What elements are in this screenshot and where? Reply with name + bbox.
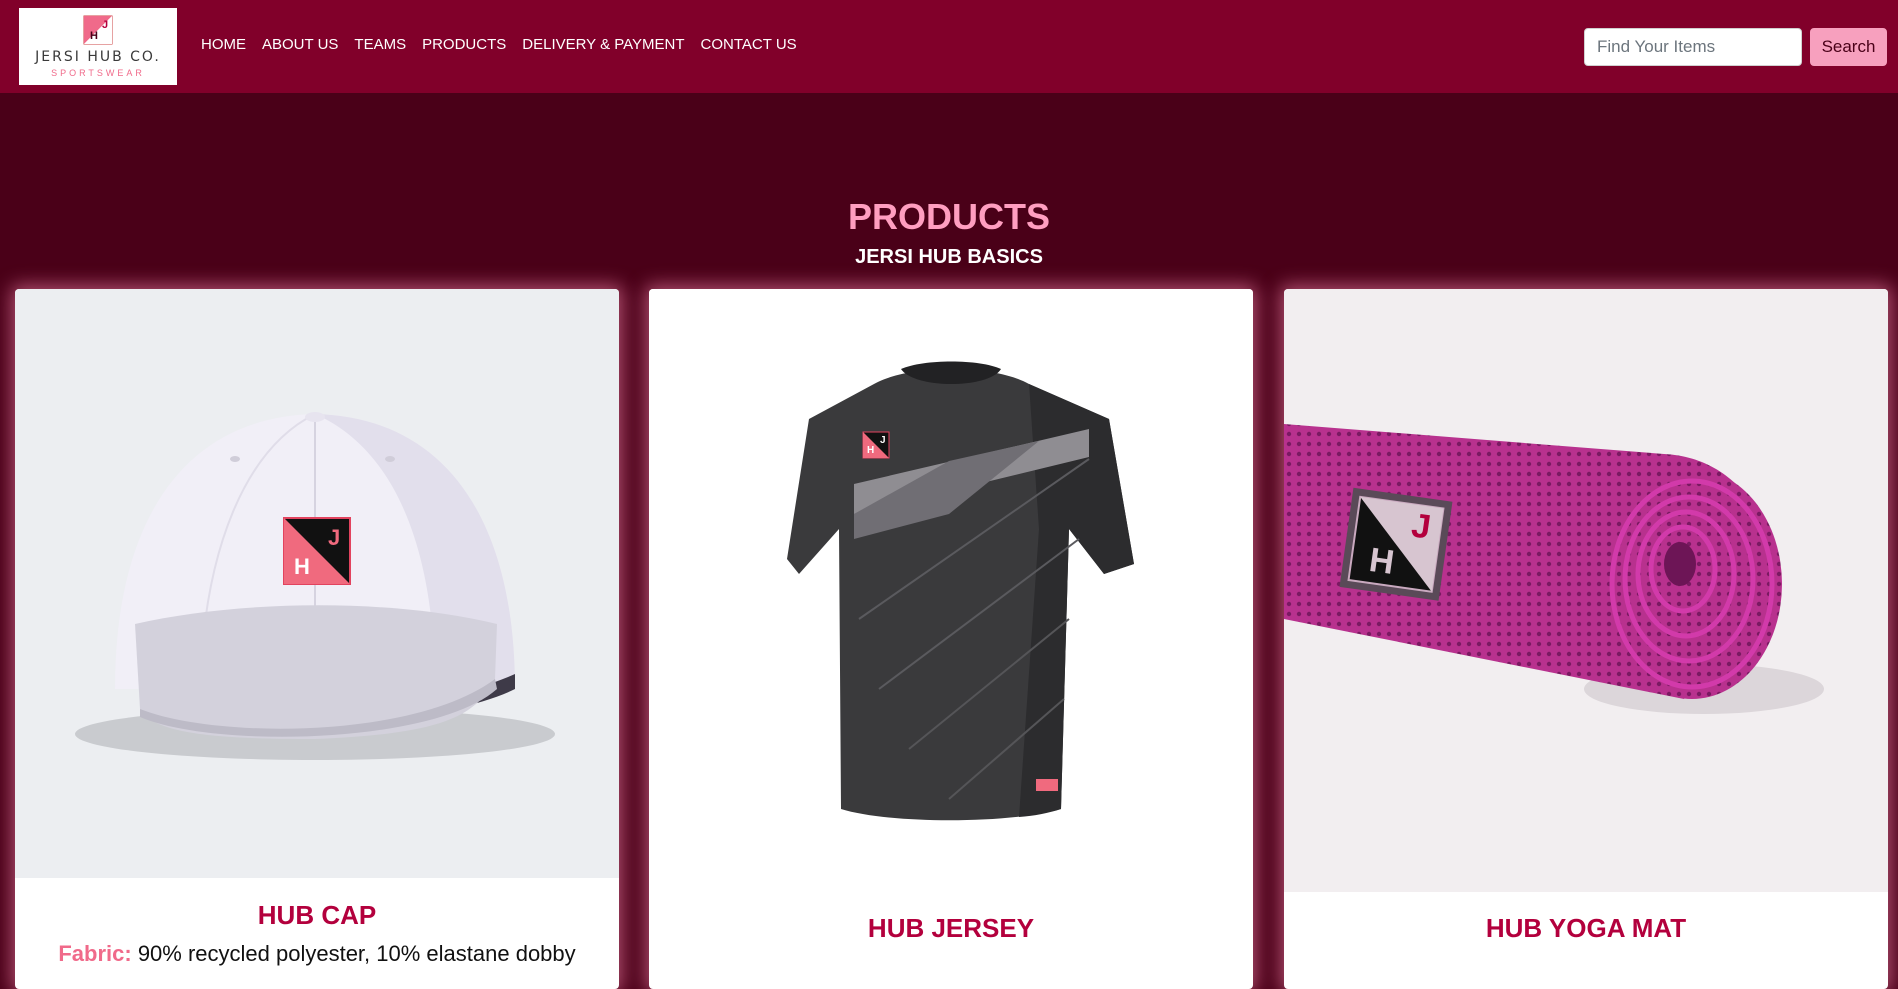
svg-text:H: H <box>867 445 874 456</box>
nav-link-delivery-payment[interactable]: DELIVERY & PAYMENT <box>522 36 684 53</box>
hub-cap-image[interactable]: H J <box>15 289 619 878</box>
search-button[interactable]: Search <box>1810 28 1887 66</box>
product-card-hub-jersey[interactable]: H J HUB JERSEY <box>649 289 1253 989</box>
nav-link-teams[interactable]: TEAMS <box>354 36 406 53</box>
section-title: PRODUCTS <box>847 196 1050 237</box>
logo-brand-name: JERSI HUB CO. <box>35 48 161 65</box>
jh-logo-icon: H J <box>83 15 113 44</box>
product-title: HUB YOGA MAT <box>1485 913 1687 943</box>
svg-text:J: J <box>880 435 886 446</box>
fabric-text: 90% recycled polyester, 10% elastane dob… <box>131 941 576 966</box>
main-nav: HOME ABOUT US TEAMS PRODUCTS DELIVERY & … <box>192 36 804 53</box>
logo-tagline: SPORTSWEAR <box>51 67 145 78</box>
hub-jersey-image[interactable]: H J <box>649 289 1253 889</box>
svg-text:H: H <box>90 30 98 42</box>
svg-text:J: J <box>102 19 108 31</box>
product-description: Fabric: 90% recycled polyester, 10% elas… <box>15 941 619 967</box>
nav-link-contact-us[interactable]: CONTACT US <box>701 36 797 53</box>
svg-text:J: J <box>328 525 340 550</box>
hub-yoga-mat-image[interactable]: H J <box>1284 289 1888 892</box>
nav-link-products[interactable]: PRODUCTS <box>422 36 506 53</box>
product-card-hub-cap[interactable]: H J HUB CAP Fabric: 90% recycled polyest… <box>15 289 619 989</box>
product-card-hub-yoga-mat[interactable]: H J HUB YOGA MAT <box>1284 289 1888 989</box>
search-input[interactable] <box>1584 28 1802 66</box>
fabric-label: Fabric: <box>58 941 132 966</box>
svg-text:H: H <box>1367 541 1397 582</box>
navbar: H J JERSI HUB CO. SPORTSWEAR HOME ABOUT … <box>0 0 1898 93</box>
brand-logo[interactable]: H J JERSI HUB CO. SPORTSWEAR <box>19 8 177 85</box>
nav-link-home[interactable]: HOME <box>201 36 246 53</box>
product-title: HUB CAP <box>257 900 377 930</box>
section-subtitle: JERSI HUB BASICS <box>855 246 1043 268</box>
svg-text:H: H <box>294 554 310 579</box>
nav-link-about-us[interactable]: ABOUT US <box>262 36 338 53</box>
product-title: HUB JERSEY <box>867 913 1035 943</box>
